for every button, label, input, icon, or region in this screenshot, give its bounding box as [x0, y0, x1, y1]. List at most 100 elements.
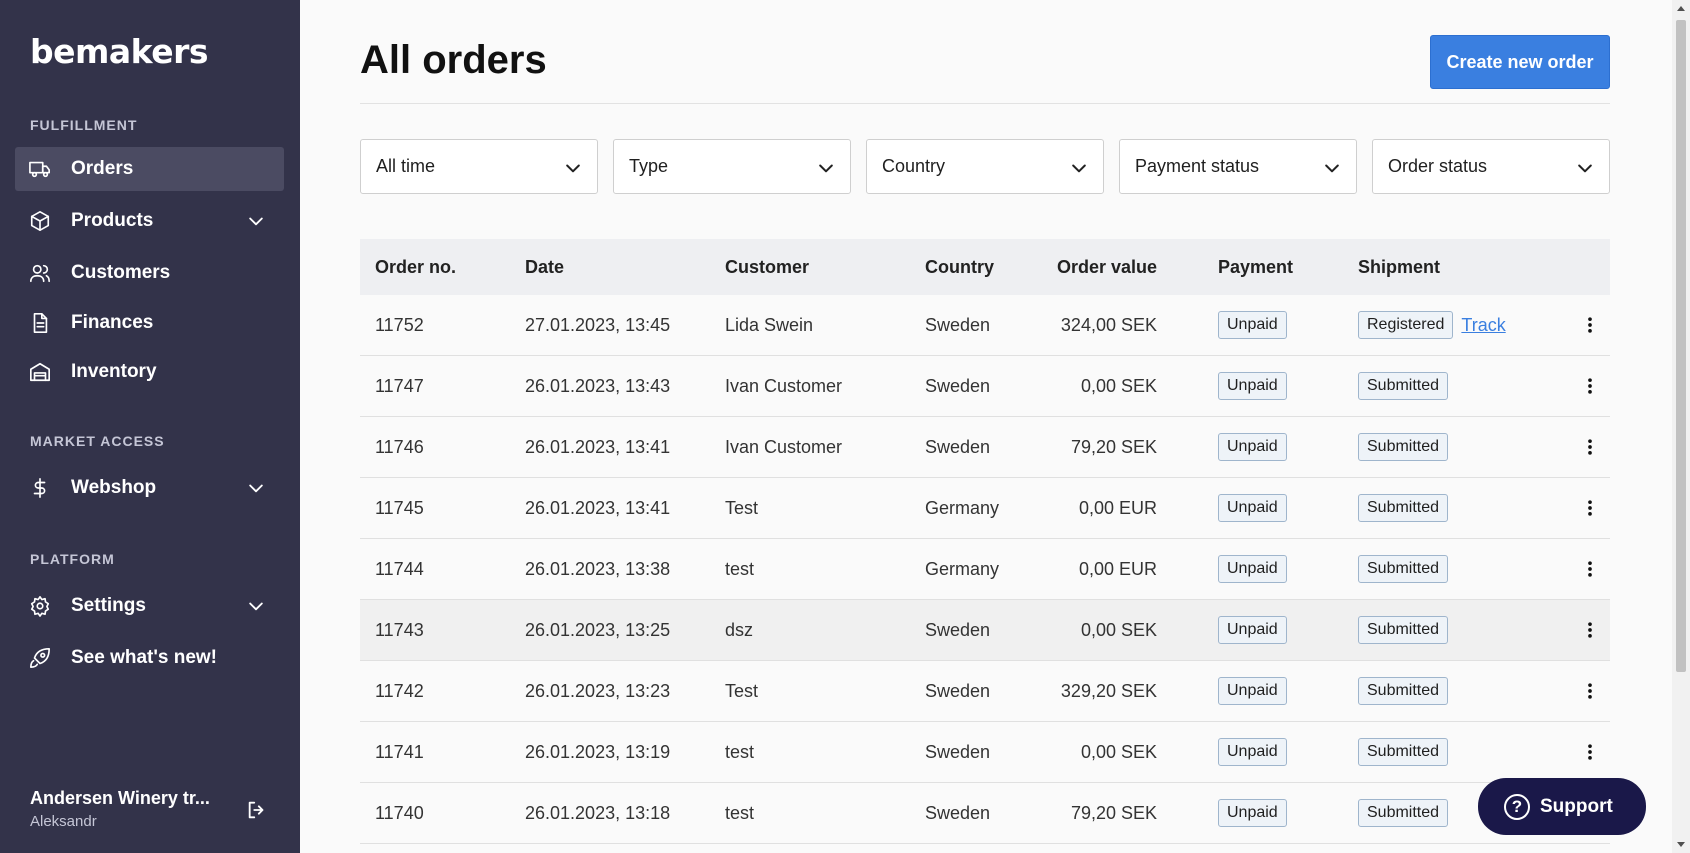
payment-cell: Unpaid: [1218, 539, 1287, 599]
column-header-payment[interactable]: Payment: [1218, 239, 1293, 295]
create-order-button[interactable]: Create new order: [1430, 35, 1610, 89]
sidebar-item-webshop[interactable]: Webshop: [15, 466, 284, 510]
sidebar-item-products[interactable]: Products: [15, 199, 284, 243]
order-value: 0,00 EUR: [1078, 558, 1157, 579]
orders-table: Order no. Date Customer Country Order va…: [360, 239, 1610, 844]
shipment-cell: Submitted: [1358, 478, 1449, 538]
sidebar-item-settings[interactable]: Settings: [15, 584, 284, 628]
table-row[interactable]: 11747 26.01.2023, 13:43 Ivan Customer Swede…: [360, 356, 1610, 417]
shipment-cell: Submitted: [1358, 661, 1449, 721]
table-row[interactable]: 11742 26.01.2023, 13:23 Test Sweden 329,20 S…: [360, 661, 1610, 722]
shipment-cell: Submitted: [1358, 783, 1449, 843]
payment-cell: Unpaid: [1218, 783, 1287, 843]
column-header-order-value[interactable]: Order value: [1057, 239, 1157, 295]
payment-cell: Unpaid: [1218, 661, 1287, 721]
row-actions: [1580, 539, 1600, 599]
more-vertical-icon[interactable]: [1580, 376, 1600, 396]
payment-status-badge: Unpaid: [1218, 616, 1287, 644]
filter-time[interactable]: All time: [360, 139, 598, 194]
more-vertical-icon[interactable]: [1580, 498, 1600, 518]
order-value: 0,00 SEK: [1080, 741, 1157, 762]
support-button[interactable]: ? Support: [1478, 778, 1646, 835]
dollar-icon: [29, 477, 51, 499]
shipment-cell: Registered Track: [1358, 295, 1506, 355]
table-row[interactable]: 11745 26.01.2023, 13:41 Test Germany 0,00 EU…: [360, 478, 1610, 539]
logout-icon[interactable]: [246, 799, 268, 821]
more-vertical-icon[interactable]: [1580, 742, 1600, 762]
order-date: 26.01.2023, 13:25: [525, 619, 671, 640]
customer-name: Test: [725, 497, 759, 518]
row-actions: [1580, 600, 1600, 660]
row-actions: [1580, 661, 1600, 721]
filter-country[interactable]: Country: [866, 139, 1104, 194]
filter-label: All time: [376, 156, 436, 176]
more-vertical-icon[interactable]: [1580, 620, 1600, 640]
column-header-order-no[interactable]: Order no.: [375, 239, 456, 295]
order-number: 11743: [375, 619, 424, 640]
more-vertical-icon[interactable]: [1580, 437, 1600, 457]
shipment-cell: Submitted: [1358, 539, 1449, 599]
sidebar-item-whats-new[interactable]: See what's new!: [15, 636, 284, 680]
order-value: 0,00 SEK: [1080, 619, 1157, 640]
customer-name: Lida Swein: [725, 314, 814, 335]
table-row[interactable]: 11740 26.01.2023, 13:18 test Sweden 79,20 SE…: [360, 783, 1610, 844]
section-label-platform: PLATFORM: [30, 551, 115, 567]
header-divider: [360, 103, 1610, 104]
sidebar-item-inventory[interactable]: Inventory: [15, 350, 284, 394]
payment-status-badge: Unpaid: [1218, 677, 1287, 705]
row-actions: [1580, 417, 1600, 477]
sidebar-item-orders[interactable]: Orders: [15, 147, 284, 191]
column-header-customer[interactable]: Customer: [725, 239, 809, 295]
sidebar-item-finances[interactable]: Finances: [15, 301, 284, 345]
order-date: 27.01.2023, 13:45: [525, 314, 671, 335]
order-value: 0,00 EUR: [1078, 497, 1157, 518]
table-row[interactable]: 11744 26.01.2023, 13:38 test Germany 0,00 EU…: [360, 539, 1610, 600]
table-row[interactable]: 11752 27.01.2023, 13:45 Lida Swein Sweden 32…: [360, 295, 1610, 356]
box-icon: [29, 210, 51, 232]
shipment-cell: Submitted: [1358, 356, 1449, 416]
payment-cell: Unpaid: [1218, 478, 1287, 538]
order-country: Sweden: [925, 436, 991, 457]
chevron-down-icon: [1575, 158, 1595, 178]
section-label-market-access: MARKET ACCESS: [30, 433, 165, 449]
scroll-thumb[interactable]: [1676, 20, 1686, 672]
sidebar-item-customers[interactable]: Customers: [15, 251, 284, 295]
customer-name: dsz: [725, 619, 754, 640]
order-date: 26.01.2023, 13:18: [525, 802, 671, 823]
filter-type[interactable]: Type: [613, 139, 851, 194]
more-vertical-icon[interactable]: [1580, 559, 1600, 579]
payment-status-badge: Unpaid: [1218, 494, 1287, 522]
order-country: Sweden: [925, 375, 991, 396]
scrollbar[interactable]: [1672, 0, 1690, 853]
column-header-country[interactable]: Country: [925, 239, 994, 295]
table-row[interactable]: 11746 26.01.2023, 13:41 Ivan Customer Swede…: [360, 417, 1610, 478]
table-row[interactable]: 11743 26.01.2023, 13:25 dsz Sweden 0,00 SEK U…: [360, 600, 1610, 661]
shipment-cell: Submitted: [1358, 600, 1449, 660]
filter-payment-status[interactable]: Payment status: [1119, 139, 1357, 194]
order-number: 11752: [375, 314, 424, 335]
column-header-shipment[interactable]: Shipment: [1358, 239, 1440, 295]
more-vertical-icon[interactable]: [1580, 681, 1600, 701]
column-header-date[interactable]: Date: [525, 239, 564, 295]
more-vertical-icon[interactable]: [1580, 315, 1600, 335]
chevron-down-icon[interactable]: [246, 596, 266, 616]
scroll-up-icon[interactable]: [1677, 6, 1685, 11]
app-logo[interactable]: bemakers: [30, 32, 209, 71]
sidebar-item-label: Finances: [71, 312, 154, 333]
track-link[interactable]: Track: [1461, 315, 1505, 336]
chevron-down-icon[interactable]: [246, 478, 266, 498]
shipment-status-badge: Registered: [1358, 311, 1454, 339]
order-date: 26.01.2023, 13:43: [525, 375, 671, 396]
user-account[interactable]: Andersen Winery tr... Aleksandr: [30, 788, 210, 830]
scroll-down-icon[interactable]: [1677, 842, 1685, 847]
chevron-down-icon[interactable]: [246, 211, 266, 231]
sidebar: bemakers FULFILLMENT Orders Products Cus…: [0, 0, 300, 853]
filter-order-status[interactable]: Order status: [1372, 139, 1610, 194]
shipment-status-badge: Submitted: [1358, 616, 1449, 644]
payment-status-badge: Unpaid: [1218, 799, 1287, 827]
order-date: 26.01.2023, 13:41: [525, 497, 671, 518]
table-row[interactable]: 11741 26.01.2023, 13:19 test Sweden 0,00 SEK…: [360, 722, 1610, 783]
account-name: Andersen Winery tr...: [30, 788, 210, 808]
payment-status-badge: Unpaid: [1218, 433, 1287, 461]
rocket-icon: [29, 647, 51, 669]
